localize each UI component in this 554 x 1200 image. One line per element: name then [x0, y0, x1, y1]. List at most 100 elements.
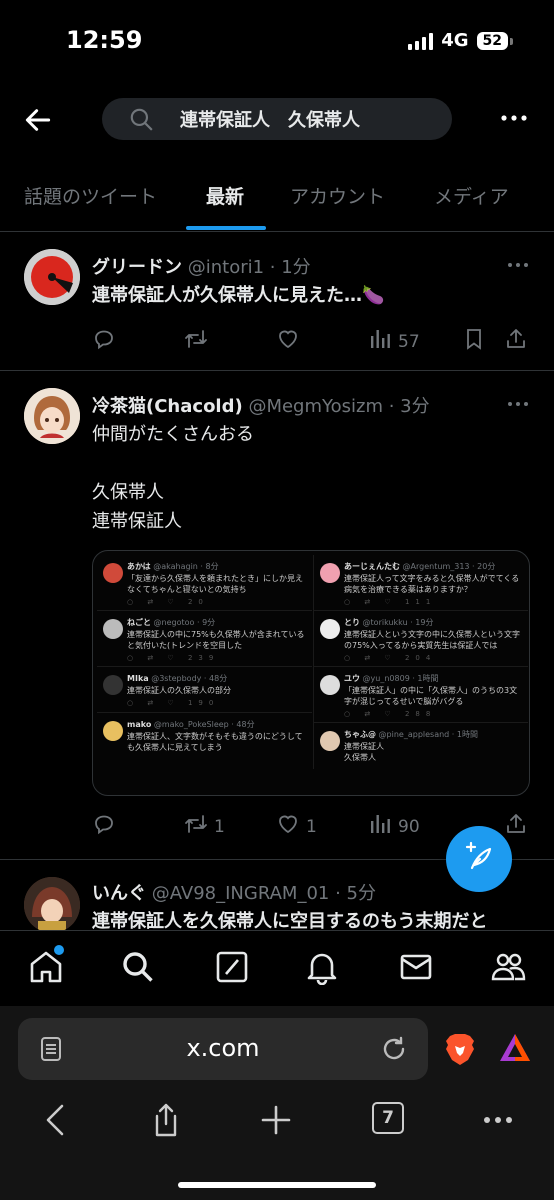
retweet-icon — [184, 327, 208, 356]
media-post: あかは @akahagin · 8分 「友達から久保帯人を頼まれたとき」にしか見… — [97, 555, 312, 611]
like-button[interactable] — [276, 327, 300, 356]
search-query: 連帯保証人 久保帯人 — [180, 110, 360, 131]
heart-icon — [276, 812, 300, 841]
tweet-text-body: 仲間がたくさんおる 久保帯人 連帯保証人 — [92, 424, 254, 532]
compose-icon — [462, 840, 496, 878]
brave-rewards-icon[interactable] — [498, 1032, 532, 1064]
heart-icon — [276, 327, 300, 356]
bookmark-button[interactable] — [462, 327, 486, 356]
url-text: x.com — [186, 1034, 260, 1062]
back-arrow-icon[interactable] — [22, 104, 54, 136]
like-button[interactable]: 1 — [276, 812, 317, 841]
views-button[interactable]: 57 — [368, 327, 420, 356]
browser-toolbar: x.com 7 — [0, 1006, 554, 1200]
brave-shields-icon[interactable] — [444, 1032, 476, 1066]
search-tabs: 話題のツイート 最新 アカウント メディア — [0, 170, 554, 232]
media-column-left: あかは @akahagin · 8分 「友達から久保帯人を頼まれたとき」にしか見… — [97, 555, 312, 759]
status-bar: 12:59 4G 52 — [0, 0, 554, 84]
tweet-author-name[interactable]: 冷茶猫(Chacold) — [92, 396, 243, 417]
search-header: 連帯保証人 久保帯人 — [0, 96, 554, 146]
communities-icon[interactable] — [490, 949, 526, 985]
retweet-button[interactable] — [184, 327, 208, 356]
media-text: 連帯保証人って文字をみると久保帯人がでてくる病気を治療できる薬はありますか？ — [344, 574, 520, 594]
avatar[interactable] — [24, 877, 80, 931]
reply-button[interactable] — [92, 327, 116, 356]
media-author: ねごと — [127, 618, 151, 627]
tweet-text: 仲間がたくさんおる 久保帯人 連帯保証人 — [92, 420, 532, 536]
tweet-author-handle[interactable]: @intori1 · 1分 — [188, 257, 311, 278]
tweet-media-card[interactable]: あかは @akahagin · 8分 「友達から久保帯人を頼まれたとき」にしか見… — [92, 550, 530, 796]
media-avatar — [320, 563, 340, 583]
media-handle: @torikukku · 19分 — [362, 618, 434, 627]
more-dots-icon[interactable] — [500, 108, 528, 128]
bottom-navigation — [0, 930, 554, 1006]
tab-accounts[interactable]: アカウント — [290, 182, 385, 209]
tab-latest[interactable]: 最新 — [206, 182, 244, 209]
address-bar[interactable]: x.com — [18, 1018, 428, 1080]
grok-icon[interactable] — [214, 949, 250, 985]
new-tab-icon[interactable] — [260, 1102, 292, 1138]
tweet-actions: 57 — [92, 327, 532, 359]
search-icon — [128, 106, 154, 132]
retweet-button[interactable]: 1 — [184, 812, 225, 841]
search-icon[interactable] — [120, 949, 156, 985]
tab-top[interactable]: 話題のツイート — [24, 182, 157, 209]
reload-icon[interactable] — [380, 1035, 408, 1063]
media-author: mako — [127, 720, 152, 729]
tweet-text: 連帯保証人を久保帯人に空目するのもう末期だと — [92, 911, 488, 931]
tab-switcher-button[interactable]: 7 — [372, 1102, 404, 1134]
media-avatar — [103, 619, 123, 639]
media-avatar — [320, 675, 340, 695]
media-text: 「連帯保証人」の中に「久保帯人」のうちの3文字が混じってるせいで脳がバグる — [344, 686, 518, 706]
media-text: 連帯保証人という文字の中に久保帯人という文字の75%入ってるから実質先生は保証人… — [344, 630, 520, 650]
tweet[interactable]: 冷茶猫(Chacold) @MegmYosizm · 3分 仲間がたくさんおる … — [0, 372, 554, 860]
like-count: 1 — [306, 816, 317, 837]
media-avatar — [320, 731, 340, 751]
tweet-author-handle[interactable]: @AV98_INGRAM_01 · 5分 — [152, 883, 376, 904]
media-stats-count: 239 — [187, 654, 220, 662]
tweet-author-handle[interactable]: @MegmYosizm · 3分 — [248, 396, 429, 417]
reply-button[interactable] — [92, 812, 116, 841]
compose-button[interactable] — [446, 826, 512, 892]
bookmark-icon — [462, 327, 486, 356]
home-notification-dot — [54, 945, 64, 955]
media-handle: @yu_n0809 · 1時間 — [362, 674, 439, 683]
media-author: ちゃふ@ — [344, 730, 376, 739]
media-author: あかは — [127, 562, 151, 571]
media-stats-count: 204 — [404, 654, 437, 662]
media-handle: @negotoo · 9分 — [153, 618, 216, 627]
media-post: MIka @3stepbody · 48分 連帯保証人の久保帯人の部分 ○ ⇄ … — [97, 667, 312, 713]
media-author: ユウ — [344, 674, 360, 683]
browser-share-icon[interactable] — [150, 1102, 182, 1138]
tweet-more-icon[interactable] — [506, 255, 530, 275]
tweet-text: 連帯保証人が久保帯人に見えた…🍆 — [92, 285, 385, 306]
browser-back-icon[interactable] — [40, 1102, 72, 1138]
views-button[interactable]: 90 — [368, 812, 420, 841]
share-icon — [504, 327, 528, 356]
tweet-author-name[interactable]: グリードン — [92, 257, 182, 278]
media-stats: ○ ⇄ ♡ 239 — [127, 654, 220, 662]
browser-menu-icon[interactable] — [482, 1102, 514, 1138]
media-handle: @akahagin · 8分 — [153, 562, 219, 571]
media-stats: ○ ⇄ ♡ 111 — [344, 598, 437, 606]
views-icon — [368, 812, 392, 841]
tweet-author-name[interactable]: いんぐ — [92, 883, 146, 904]
search-input[interactable]: 連帯保証人 久保帯人 — [102, 98, 452, 140]
media-stats: ○ ⇄ ♡ 204 — [344, 654, 437, 662]
network-type: 4G — [441, 30, 469, 51]
media-stats: ○ ⇄ ♡ 20 — [127, 598, 209, 606]
media-stats-count: 190 — [187, 699, 220, 707]
share-button[interactable] — [504, 327, 528, 356]
views-count: 57 — [398, 331, 420, 352]
avatar[interactable] — [24, 249, 80, 305]
tweet[interactable]: グリードン @intori1 · 1分 連帯保証人が久保帯人に見えた…🍆 57 — [0, 233, 554, 371]
avatar[interactable] — [24, 388, 80, 444]
share-button[interactable] — [504, 812, 528, 841]
envelope-icon[interactable] — [398, 949, 434, 985]
media-avatar — [103, 721, 123, 741]
media-text: 連帯保証人、文字数がそもそも違うのにどうしても久保帯人に見えてしまう — [127, 732, 303, 752]
bell-icon[interactable] — [304, 949, 340, 986]
tweet-more-icon[interactable] — [506, 394, 530, 414]
status-time: 12:59 — [66, 26, 143, 54]
tab-media[interactable]: メディア — [434, 182, 509, 209]
